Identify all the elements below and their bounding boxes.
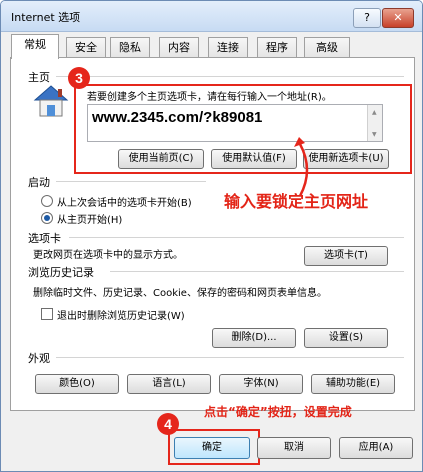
tab-general[interactable]: 常规 <box>11 34 59 59</box>
annotation-arrow <box>294 137 309 197</box>
arrow-line <box>298 143 309 197</box>
